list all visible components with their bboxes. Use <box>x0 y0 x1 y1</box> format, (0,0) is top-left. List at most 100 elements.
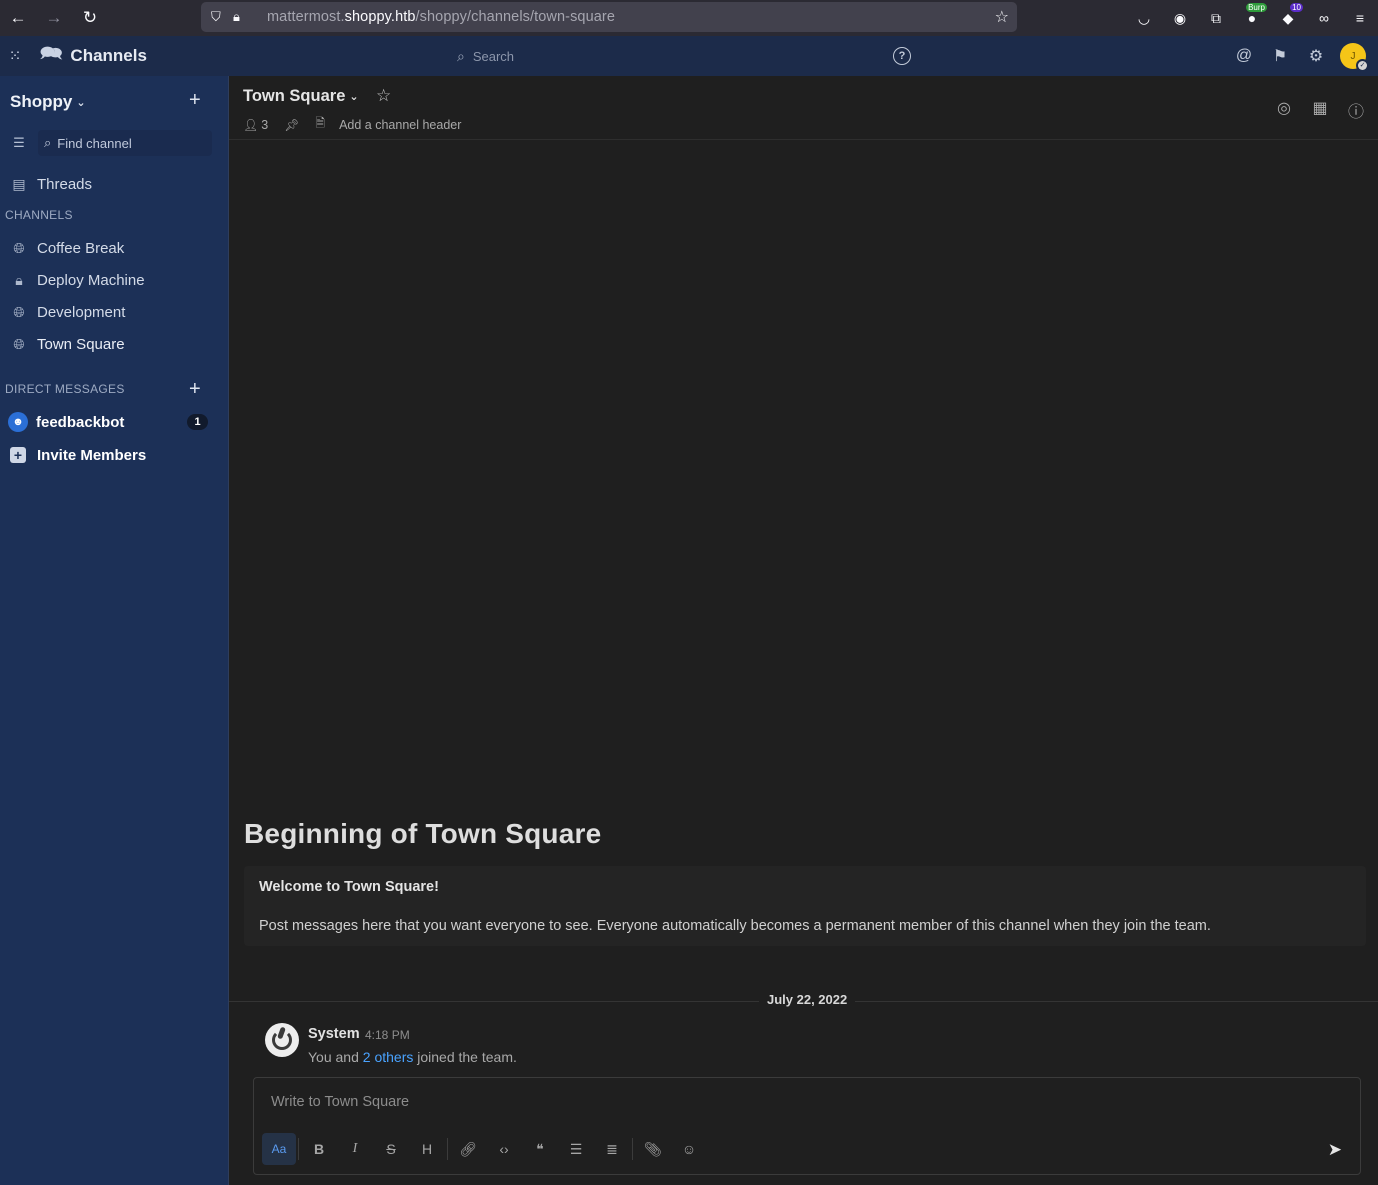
message-input[interactable]: Write to Town Square <box>271 1094 409 1110</box>
emoji-icon[interactable]: ☺ <box>671 1133 707 1165</box>
attachment-icon[interactable]: 📎︎ <box>635 1133 671 1165</box>
browser-toolbar: ← → ↻ ⛉ 🔒︎ mattermost.shoppy.htb/shoppy/… <box>0 0 1378 36</box>
intro-welcome: Welcome to Town Square! <box>259 879 439 895</box>
pin-icon[interactable]: 📌︎ <box>284 118 299 132</box>
playbooks-icon[interactable]: ◎ <box>1274 98 1294 122</box>
post-text: joined the team. <box>413 1049 517 1065</box>
bookmark-star-icon[interactable]: ☆ <box>995 7 1009 27</box>
url-text[interactable]: mattermost.shoppy.htb/shoppy/channels/to… <box>267 9 615 25</box>
system-post: System 4:18 PM You and 2 others joined t… <box>229 1018 1378 1074</box>
others-link[interactable]: 2 others <box>363 1049 414 1065</box>
extension-icon[interactable]: ◉ <box>1162 3 1198 33</box>
code-icon[interactable]: ‹› <box>486 1133 522 1165</box>
pocket-icon[interactable]: ◡ <box>1126 3 1162 33</box>
threads-icon: ▤ <box>12 175 26 192</box>
search-icon: ⌕ <box>457 47 465 64</box>
search-placeholder: Search <box>472 48 515 64</box>
shield-icon[interactable]: ⛉ <box>211 9 233 25</box>
sidebar-item-feedbackbot[interactable]: ☻ feedbackbot 1 <box>0 406 228 438</box>
bulleted-list-icon[interactable]: ☰ <box>558 1133 594 1165</box>
back-arrow-icon[interactable]: ← <box>0 2 36 34</box>
format-toggle-button[interactable]: Aa <box>262 1133 296 1165</box>
product-switcher[interactable]: 🗪︎ Channels <box>40 41 147 71</box>
sidebar-item-label: Invite Members <box>37 446 147 464</box>
channel-title-menu[interactable]: Town Square ⌄ <box>243 87 359 106</box>
channels-heading[interactable]: CHANNELS <box>5 208 73 222</box>
puzzle-icon[interactable]: ⧉ <box>1198 3 1234 33</box>
sidebar-item-label: Development <box>37 303 126 321</box>
unread-badge: 1 <box>187 414 208 430</box>
direct-messages-heading[interactable]: DIRECT MESSAGES <box>5 382 125 396</box>
bot-avatar-icon: ☻ <box>8 412 28 432</box>
sidebar-item-coffee-break[interactable]: 🌐︎ Coffee Break <box>0 232 228 264</box>
quote-icon[interactable]: ❝ <box>522 1133 558 1165</box>
purple-extension-icon[interactable]: ◆ 10 <box>1270 3 1306 33</box>
filter-icon[interactable]: ☰ <box>8 135 30 151</box>
post-time[interactable]: 4:18 PM <box>365 1028 410 1042</box>
product-name: Channels <box>70 46 147 65</box>
add-channel-button[interactable]: + <box>189 89 201 112</box>
status-indicator: ✓ <box>1356 59 1369 72</box>
invite-members-button[interactable]: + Invite Members <box>0 439 228 471</box>
italic-icon[interactable]: I <box>337 1133 373 1165</box>
find-channel-row: ☰ ⌕ Find channel <box>8 130 212 156</box>
post-message: You and 2 others joined the team. <box>308 1049 517 1065</box>
extensions-toolbar: ◡ ◉ ⧉ ● Burp ◆ 10 ∞ ≡ <box>1126 0 1378 36</box>
bold-icon[interactable]: B <box>301 1133 337 1165</box>
boards-icon[interactable]: ▦ <box>1310 98 1330 122</box>
message-composer[interactable]: Write to Town Square Aa B I S H 🔗︎ ‹› ❝ … <box>253 1077 1361 1175</box>
date-label: July 22, 2022 <box>759 992 856 1007</box>
channel-intro-card: Welcome to Town Square! Post messages he… <box>244 866 1366 946</box>
saved-messages-icon[interactable]: ⚑ <box>1262 46 1298 66</box>
send-icon[interactable]: ➤ <box>1328 1140 1342 1160</box>
reload-icon[interactable]: ↻ <box>72 2 108 34</box>
sidebar-item-threads[interactable]: ▤ Threads <box>0 168 228 200</box>
team-menu[interactable]: Shoppy ⌄ <box>10 92 86 112</box>
chevron-down-icon: ⌄ <box>76 96 86 109</box>
user-avatar[interactable]: J ✓ <box>1340 43 1369 72</box>
help-icon[interactable]: ? <box>893 47 911 65</box>
sidebar-item-town-square[interactable]: 🌐︎ Town Square <box>0 328 228 360</box>
add-channel-header-link[interactable]: Add a channel header <box>339 118 461 132</box>
channel-header: Town Square ⌄ ☆ 👤︎ 3 📌︎ 🗎︎ Add a channel… <box>229 76 1378 140</box>
find-channel-input[interactable]: ⌕ Find channel <box>38 130 212 156</box>
search-input[interactable]: ⌕ Search <box>447 42 877 70</box>
menu-icon[interactable]: ≡ <box>1342 3 1378 33</box>
heading-icon[interactable]: H <box>409 1133 445 1165</box>
chevron-down-icon: ⌄ <box>349 91 359 103</box>
plus-box-icon: + <box>10 447 26 463</box>
numbered-list-icon[interactable]: ≣ <box>594 1133 630 1165</box>
sidebar-item-label: Coffee Break <box>37 239 125 257</box>
strikethrough-icon[interactable]: S <box>373 1133 409 1165</box>
url-bar[interactable]: ⛉ 🔒︎ mattermost.shoppy.htb/shoppy/channe… <box>201 2 1017 32</box>
mentions-icon[interactable]: @ <box>1226 47 1262 65</box>
product-grid-icon[interactable]: ⁙ <box>0 47 30 65</box>
formatting-toolbar: Aa B I S H 🔗︎ ‹› ❝ ☰ ≣ 📎︎ ☺ <box>262 1133 707 1165</box>
channel-info-icon[interactable]: ⓘ <box>1346 98 1366 122</box>
channel-title: Town Square <box>243 87 346 105</box>
channel-sidebar: Shoppy ⌄ + ☰ ⌕ Find channel ▤ Threads CH… <box>0 76 229 1185</box>
chat-bubbles-icon: 🗪︎ <box>40 43 63 63</box>
mattermost-logo-icon[interactable] <box>265 1023 299 1057</box>
settings-gear-icon[interactable]: ⚙ <box>1298 46 1334 66</box>
add-direct-message-button[interactable]: + <box>189 378 201 401</box>
link-icon[interactable]: 🔗︎ <box>450 1133 486 1165</box>
globe-icon: 🌐︎ <box>13 303 25 320</box>
forward-arrow-icon[interactable]: → <box>36 2 72 34</box>
post-author[interactable]: System <box>308 1026 360 1042</box>
files-icon[interactable]: 🗎︎ <box>315 114 325 135</box>
mask-extension-icon[interactable]: ∞ <box>1306 3 1342 33</box>
sidebar-item-label: Threads <box>37 175 93 193</box>
intro-text: Post messages here that you want everyon… <box>259 918 1211 934</box>
burp-extension-icon[interactable]: ● Burp <box>1234 3 1270 33</box>
sidebar-item-deploy-machine[interactable]: 🔒︎ Deploy Machine <box>0 264 228 296</box>
member-count[interactable]: 3 <box>261 118 268 132</box>
date-separator: July 22, 2022 <box>229 992 1378 1010</box>
lock-icon[interactable]: 🔒︎ <box>233 9 255 25</box>
member-icon[interactable]: 👤︎ <box>243 118 258 132</box>
lock-icon: 🔒︎ <box>15 271 23 288</box>
search-icon: ⌕ <box>44 135 52 150</box>
favorite-star-icon[interactable]: ☆ <box>376 86 391 106</box>
sidebar-item-development[interactable]: 🌐︎ Development <box>0 296 228 328</box>
global-header: ⁙ 🗪︎ Channels ⌕ Search ? @ ⚑ ⚙ J ✓ <box>0 36 1378 76</box>
